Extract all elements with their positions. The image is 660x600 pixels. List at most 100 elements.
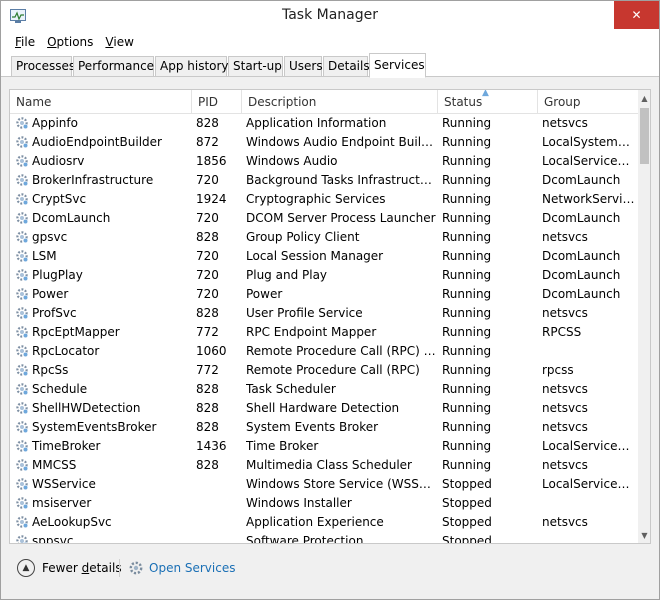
cell-description: Multimedia Class Scheduler [246, 458, 412, 472]
cell-name: RpcEptMapper [15, 325, 191, 339]
cell-description: Group Policy Client [246, 230, 360, 244]
tab-strip: Processes Performance App history Start-up U… [1, 53, 659, 78]
table-row[interactable]: MMCSS 828 Multimedia Class Scheduler Runnin… [10, 456, 638, 475]
cell-description: Application Information [246, 116, 387, 130]
scroll-thumb[interactable] [640, 108, 649, 164]
cell-group: netsvcs [542, 458, 588, 472]
tab-start-up[interactable]: Start-up [228, 56, 283, 77]
service-name: PlugPlay [32, 268, 83, 282]
service-gear-icon [15, 306, 29, 320]
table-row[interactable]: RpcEptMapper 772 RPC Endpoint Mapper Runnin… [10, 323, 638, 342]
service-gear-icon [15, 515, 29, 529]
column-header-pid[interactable]: PID [192, 90, 242, 114]
cell-pid: 828 [196, 306, 219, 320]
cell-group: LocalServiceN... [542, 154, 636, 168]
column-header-name[interactable]: Name [10, 90, 192, 114]
table-row[interactable]: gpsvc 828 Group Policy Client Running netsvc… [10, 228, 638, 247]
tab-details[interactable]: Details [323, 56, 370, 77]
scroll-up-arrow-icon[interactable]: ▲ [638, 90, 650, 106]
cell-pid: 828 [196, 401, 219, 415]
service-gear-icon [15, 496, 29, 510]
menu-file[interactable]: File [9, 35, 41, 49]
cell-status: Stopped [442, 477, 492, 491]
column-header-group[interactable]: Group [538, 90, 638, 114]
table-row[interactable]: AeLookupSvc Application Experience Stopped… [10, 513, 638, 532]
cell-pid: 772 [196, 325, 219, 339]
table-row[interactable]: WSService Windows Store Service (WSServi.… [10, 475, 638, 494]
cell-pid: 772 [196, 363, 219, 377]
table-row[interactable]: Power 720 Power Running DcomLaunch [10, 285, 638, 304]
cell-status: Running [442, 154, 492, 168]
cell-status: Running [442, 249, 492, 263]
table-row[interactable]: TimeBroker 1436 Time Broker Running LocalSer… [10, 437, 638, 456]
chevron-up-circle-icon[interactable]: ▲ [17, 559, 35, 577]
table-row[interactable]: SystemEventsBroker 828 System Events Broke… [10, 418, 638, 437]
cell-pid: 1436 [196, 439, 227, 453]
table-row[interactable]: AudioEndpointBuilder 872 Windows Audio End… [10, 133, 638, 152]
table-row[interactable]: DcomLaunch 720 DCOM Server Process Launche… [10, 209, 638, 228]
cell-description: Software Protection [246, 534, 364, 544]
cell-name: msiserver [15, 496, 191, 510]
tab-services[interactable]: Services [369, 53, 426, 78]
table-row[interactable]: msiserver Windows Installer Stopped [10, 494, 638, 513]
table-row[interactable]: sppsvc Software Protection Stopped [10, 532, 638, 544]
cell-pid: 1856 [196, 154, 227, 168]
cell-name: TimeBroker [15, 439, 191, 453]
scroll-down-arrow-icon[interactable]: ▼ [638, 527, 650, 543]
cell-status: Running [442, 306, 492, 320]
vertical-scrollbar[interactable]: ▲ ▼ [638, 90, 650, 543]
cell-description: Remote Procedure Call (RPC) [246, 363, 420, 377]
cell-status: Running [442, 287, 492, 301]
cell-description: Background Tasks Infrastructure ... [246, 173, 436, 187]
tab-app-history[interactable]: App history [155, 56, 229, 77]
service-name: RpcEptMapper [32, 325, 120, 339]
table-row[interactable]: Appinfo 828 Application Information Running… [10, 114, 638, 133]
open-services-link[interactable]: Open Services [149, 561, 235, 575]
fewer-details-button[interactable]: Fewer details [42, 561, 122, 575]
cell-group: netsvcs [542, 401, 588, 415]
table-row[interactable]: Audiosrv 1856 Windows Audio Running LocalSer… [10, 152, 638, 171]
cell-name: DcomLaunch [15, 211, 191, 225]
cell-description: Windows Store Service (WSServi... [246, 477, 436, 491]
cell-name: RpcLocator [15, 344, 191, 358]
cell-status: Stopped [442, 515, 492, 529]
cell-status: Running [442, 116, 492, 130]
service-name: MMCSS [32, 458, 77, 472]
cell-group: DcomLaunch [542, 249, 621, 263]
cell-group: NetworkService [542, 192, 636, 206]
cell-group: netsvcs [542, 116, 588, 130]
cell-status: Stopped [442, 496, 492, 510]
service-gear-icon [15, 401, 29, 415]
table-row[interactable]: RpcSs 772 Remote Procedure Call (RPC) Runni… [10, 361, 638, 380]
table-row[interactable]: LSM 720 Local Session Manager Running DcomLa… [10, 247, 638, 266]
service-gear-icon [15, 477, 29, 491]
table-row[interactable]: ProfSvc 828 User Profile Service Running net… [10, 304, 638, 323]
title-bar[interactable]: Task Manager ✕ [1, 1, 659, 31]
close-button[interactable]: ✕ [614, 1, 659, 29]
cell-name: sppsvc [15, 534, 191, 543]
cell-status: Running [442, 439, 492, 453]
service-name: gpsvc [32, 230, 68, 244]
menu-view[interactable]: View [99, 35, 139, 49]
column-header-description[interactable]: Description [242, 90, 438, 114]
cell-pid: 720 [196, 211, 219, 225]
menu-options[interactable]: Options [41, 35, 99, 49]
cell-pid: 828 [196, 458, 219, 472]
tab-users[interactable]: Users [284, 56, 323, 77]
tab-performance[interactable]: Performance [73, 56, 154, 77]
table-row[interactable]: CryptSvc 1924 Cryptographic Services Runnin… [10, 190, 638, 209]
table-row[interactable]: BrokerInfrastructure 720 Background Tasks … [10, 171, 638, 190]
table-row[interactable]: ShellHWDetection 828 Shell Hardware Detect… [10, 399, 638, 418]
cell-group: netsvcs [542, 306, 588, 320]
cell-name: CryptSvc [15, 192, 191, 206]
table-row[interactable]: Schedule 828 Task Scheduler Running netsvcs [10, 380, 638, 399]
cell-status: Running [442, 344, 492, 358]
service-name: ProfSvc [32, 306, 77, 320]
table-row[interactable]: RpcLocator 1060 Remote Procedure Call (RPC… [10, 342, 638, 361]
cell-pid: 828 [196, 116, 219, 130]
service-gear-icon [15, 439, 29, 453]
table-row[interactable]: PlugPlay 720 Plug and Play Running DcomLaunc… [10, 266, 638, 285]
cell-group: RPCSS [542, 325, 582, 339]
tab-processes[interactable]: Processes [11, 56, 75, 77]
service-gear-icon [15, 154, 29, 168]
